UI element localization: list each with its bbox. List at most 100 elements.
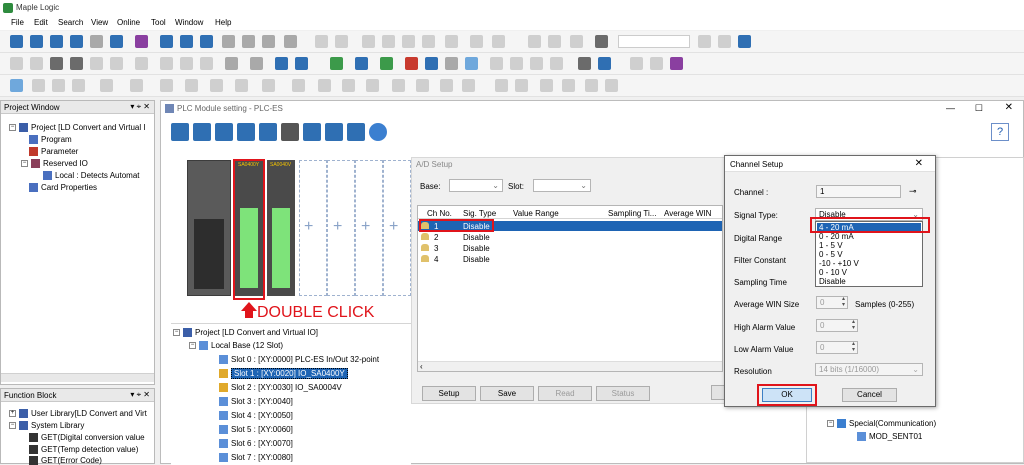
step-over-icon[interactable] xyxy=(180,57,193,70)
tree-program[interactable]: Program xyxy=(29,135,72,145)
stepper-arrows-icon[interactable]: ▴ ▾ xyxy=(852,341,855,353)
tree-mod-sent01[interactable]: MOD_SENT01 xyxy=(857,432,922,442)
collapse-icon[interactable]: − xyxy=(189,342,196,350)
play-step-icon[interactable] xyxy=(515,79,528,92)
tree-system-library[interactable]: − System Library xyxy=(9,421,84,431)
collapse-icon[interactable]: − xyxy=(9,422,16,430)
minimize-icon[interactable]: — xyxy=(946,103,955,113)
add-slot-icon[interactable]: + xyxy=(361,218,370,236)
average-win-stepper[interactable]: 0 ▴ ▾ xyxy=(816,296,848,309)
ladder-g-icon[interactable] xyxy=(185,79,198,92)
alarm-icon[interactable] xyxy=(405,57,418,70)
expand-icon[interactable]: + xyxy=(9,410,16,418)
high-alarm-stepper[interactable]: 0 ▴ ▾ xyxy=(816,319,858,332)
option-neg10-10v[interactable]: -10 - +10 V xyxy=(819,259,859,268)
import-icon[interactable] xyxy=(259,123,277,141)
option-disable[interactable]: Disable xyxy=(819,277,846,286)
open-icon[interactable] xyxy=(30,35,43,48)
export-icon[interactable] xyxy=(237,123,255,141)
info-icon[interactable] xyxy=(250,57,263,70)
table-row[interactable]: 2 Disable xyxy=(418,232,722,242)
io-tree-slot-1[interactable]: Slot 1 : [XY:0020] IO_SA0400Y xyxy=(219,368,348,379)
table-hscrollbar[interactable]: ‹ xyxy=(418,361,722,371)
table-row[interactable]: 4 Disable xyxy=(418,254,722,264)
disk-icon[interactable] xyxy=(90,35,103,48)
col-sampling-time[interactable]: Sampling Ti... xyxy=(608,209,656,218)
disconnect-icon[interactable] xyxy=(718,35,731,48)
scroll-left-icon[interactable]: ‹ xyxy=(420,362,423,371)
page-icon[interactable] xyxy=(630,57,643,70)
module-icon[interactable] xyxy=(275,57,288,70)
add-slot-icon[interactable]: + xyxy=(333,218,342,236)
panel-controls-icon[interactable]: ▾ ⌖ ✕ xyxy=(130,390,150,400)
floppy-icon[interactable] xyxy=(110,35,123,48)
zoom-in-icon[interactable] xyxy=(528,35,541,48)
ladder-icon[interactable] xyxy=(10,79,23,92)
col-ch-no[interactable]: Ch No. xyxy=(427,209,452,218)
ladder-f-icon[interactable] xyxy=(160,79,173,92)
call-icon[interactable] xyxy=(585,79,598,92)
module-slot-2[interactable]: SA0040V xyxy=(267,160,295,296)
read-button[interactable]: Read xyxy=(538,386,592,401)
pin-icon[interactable]: ⊸ xyxy=(909,186,917,197)
status-button[interactable]: Status xyxy=(596,386,650,401)
columns-icon[interactable] xyxy=(281,123,299,141)
menu-file[interactable]: File xyxy=(11,18,24,27)
io-tree-slot-0[interactable]: Slot 0 : [XY:0000] PLC-ES In/Out 32-poin… xyxy=(219,355,379,365)
collapse-icon[interactable]: − xyxy=(9,124,16,132)
refresh-icon[interactable] xyxy=(347,123,365,141)
print-preview-icon[interactable] xyxy=(242,35,255,48)
green-icon[interactable] xyxy=(330,57,343,70)
option-0-10v[interactable]: 0 - 10 V xyxy=(819,268,847,277)
setup-button[interactable]: Setup xyxy=(422,386,476,401)
base-select[interactable]: ⌄ xyxy=(449,179,503,192)
swap-icon[interactable] xyxy=(325,123,343,141)
menu-tool[interactable]: Tool xyxy=(151,18,166,27)
stop-icon[interactable] xyxy=(110,57,123,70)
jump-icon[interactable] xyxy=(540,79,553,92)
force-icon[interactable] xyxy=(225,57,238,70)
tree-special-communication[interactable]: − Special(Communication) xyxy=(827,419,936,429)
menu-view[interactable]: View xyxy=(91,18,108,27)
save-icon[interactable] xyxy=(50,35,63,48)
ladder-p-icon[interactable] xyxy=(416,79,429,92)
help-icon[interactable] xyxy=(284,35,297,48)
list-icon[interactable] xyxy=(303,123,321,141)
ladder-j-icon[interactable] xyxy=(262,79,275,92)
tree-parameter[interactable]: Parameter xyxy=(29,147,78,157)
reset-icon[interactable] xyxy=(135,57,148,70)
download-icon[interactable] xyxy=(180,35,193,48)
cut-icon[interactable] xyxy=(362,35,375,48)
paste-icon[interactable] xyxy=(402,35,415,48)
play-icon[interactable] xyxy=(495,79,508,92)
table-row[interactable]: 3 Disable xyxy=(418,243,722,253)
io-tree-slot-6[interactable]: Slot 6 : [XY:0070] xyxy=(219,439,293,449)
option-0-5v[interactable]: 0 - 5 V xyxy=(819,250,843,259)
col-sig-type[interactable]: Sig. Type xyxy=(463,209,496,218)
settings-icon[interactable] xyxy=(738,35,751,48)
delete-icon[interactable] xyxy=(422,35,435,48)
tools-icon[interactable] xyxy=(578,57,591,70)
ladder-h-icon[interactable] xyxy=(210,79,223,92)
doc-icon[interactable] xyxy=(490,57,503,70)
ladder-i-icon[interactable] xyxy=(235,79,248,92)
compile-icon[interactable] xyxy=(160,35,173,48)
low-alarm-stepper[interactable]: 0 ▴ ▾ xyxy=(816,341,858,354)
connect-icon[interactable] xyxy=(698,35,711,48)
stepper-arrows-icon[interactable]: ▴ ▾ xyxy=(842,296,845,308)
tree-reserved-io[interactable]: − Reserved IO xyxy=(21,159,88,169)
tree-card-properties[interactable]: Card Properties xyxy=(29,183,97,193)
new-icon[interactable] xyxy=(10,35,23,48)
step-out-icon[interactable] xyxy=(200,57,213,70)
grid-icon[interactable] xyxy=(135,35,148,48)
io-tree-slot-2[interactable]: Slot 2 : [XY:0030] IO_SA0004V xyxy=(219,383,342,393)
stepper-arrows-icon[interactable]: ▴ ▾ xyxy=(852,319,855,331)
ladder-d-icon[interactable] xyxy=(100,79,113,92)
menu-search[interactable]: Search xyxy=(58,18,83,27)
io-tree-slot-7[interactable]: Slot 7 : [XY:0080] xyxy=(219,453,293,463)
tree-fb-get-digital[interactable]: GET(Digital conversion value xyxy=(29,433,145,443)
help-button[interactable]: ? xyxy=(991,123,1009,141)
ladder-m-icon[interactable] xyxy=(342,79,355,92)
menu-help[interactable]: Help xyxy=(215,18,231,27)
save-all-icon[interactable] xyxy=(70,35,83,48)
